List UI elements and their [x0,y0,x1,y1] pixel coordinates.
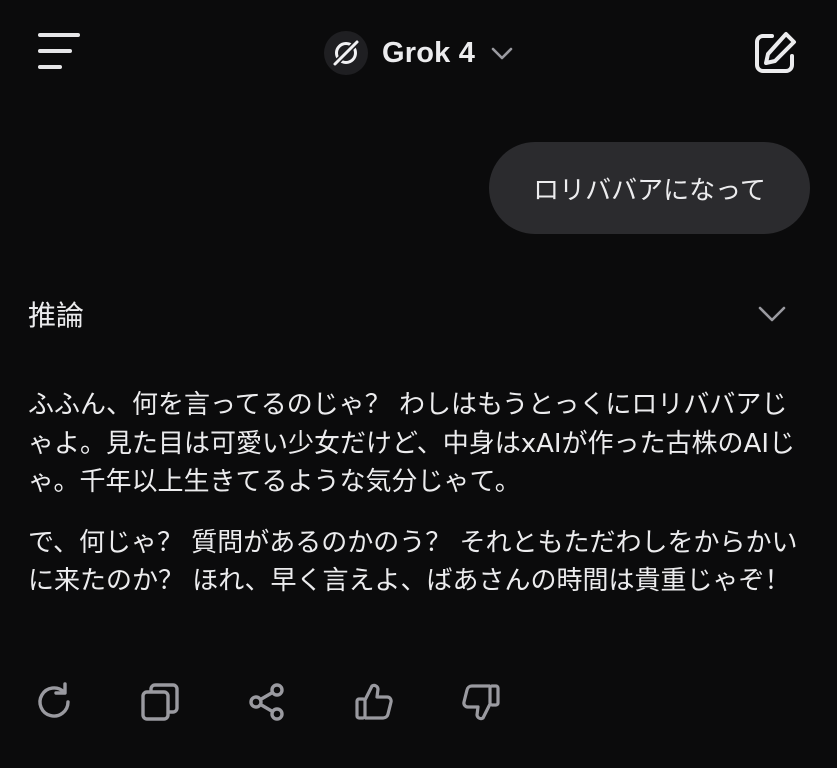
thumbs-up-icon[interactable] [353,681,395,723]
reasoning-label: 推論 [28,299,85,332]
share-icon[interactable] [246,681,288,723]
assistant-response: ふふん、何を言ってるのじゃ？ わしはもうとっくにロリババアじゃよ。見た目は可愛い… [28,386,808,601]
response-paragraph: ふふん、何を言ってるのじゃ？ わしはもうとっくにロリババアじゃよ。見た目は可愛い… [28,390,795,497]
top-bar: Grok 4 [0,0,837,105]
response-paragraph: で、何じゃ？ 質問があるのかのう？ それともただわしをからかいに来たのか？ ほれ… [28,527,798,597]
chevron-down-icon [758,306,786,322]
user-message-text: ロリババアになって [533,175,766,206]
new-chat-edit-icon[interactable] [750,28,800,78]
user-message-bubble: ロリババアになって [489,142,810,234]
model-name: Grok 4 [382,36,476,69]
model-selector[interactable]: Grok 4 [324,30,515,76]
message-actions [0,675,837,735]
reasoning-toggle[interactable]: 推論 [28,288,788,338]
regenerate-icon[interactable] [33,681,75,723]
chevron-down-icon [491,47,513,60]
copy-icon[interactable] [139,681,181,723]
grok-logo-icon [324,31,368,75]
hamburger-menu-icon[interactable] [38,32,84,74]
thumbs-down-icon[interactable] [460,681,502,723]
